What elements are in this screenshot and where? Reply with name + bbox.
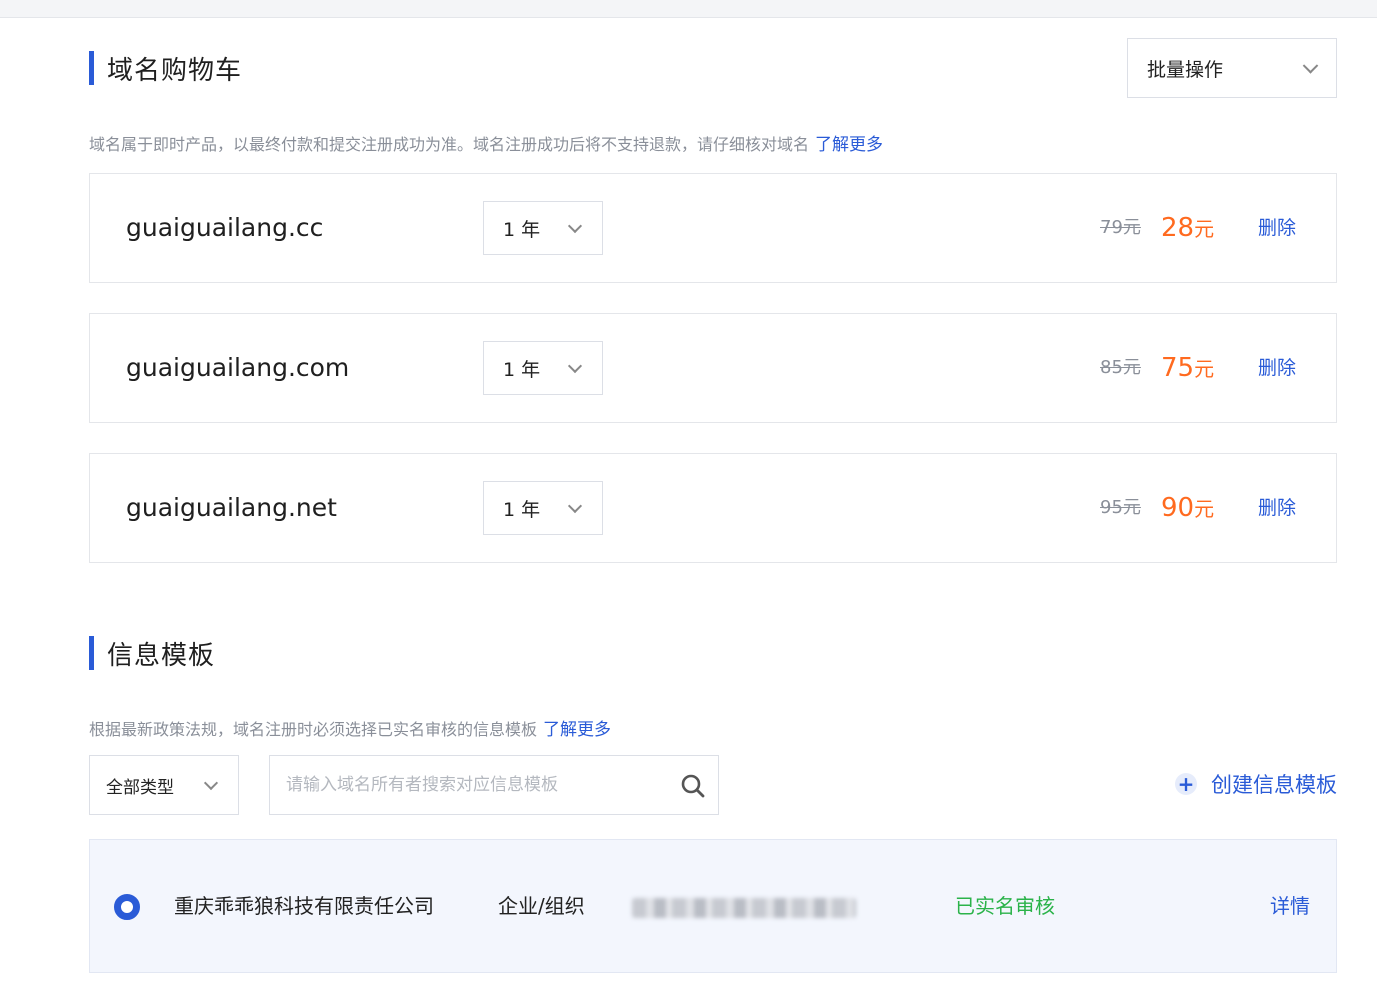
template-owner: 重庆乖乖狼科技有限责任公司 bbox=[174, 894, 434, 918]
delete-button[interactable]: 删除 bbox=[1258, 174, 1296, 282]
title-accent-bar bbox=[89, 636, 94, 670]
chevron-down-icon bbox=[203, 775, 219, 791]
years-value: 1 年 bbox=[503, 358, 541, 381]
cart-item-domain: guaiguailang.com bbox=[126, 353, 350, 382]
type-filter-value: 全部类型 bbox=[106, 777, 174, 798]
cart-title: 域名购物车 bbox=[107, 55, 243, 86]
chevron-down-icon bbox=[1302, 58, 1319, 74]
create-template-label: 创建信息模板 bbox=[1211, 773, 1337, 797]
title-accent-bar bbox=[89, 51, 94, 85]
cart-notice: 域名属于即时产品，以最终付款和提交注册成功为准。域名注册成功后将不支持退款，请仔… bbox=[89, 130, 883, 155]
template-title: 信息模板 bbox=[107, 640, 216, 671]
template-section-title: 信息模板 bbox=[89, 636, 216, 671]
template-search-box bbox=[269, 755, 719, 815]
delete-button[interactable]: 删除 bbox=[1258, 454, 1296, 562]
cart-notice-text: 域名属于即时产品，以最终付款和提交注册成功为准。域名注册成功后将不支持退款，请仔… bbox=[89, 135, 810, 154]
delete-button[interactable]: 删除 bbox=[1258, 314, 1296, 422]
template-radio[interactable] bbox=[114, 894, 140, 920]
years-select[interactable]: 1 年 bbox=[483, 341, 603, 395]
search-icon[interactable] bbox=[680, 773, 706, 799]
template-learn-more-link[interactable]: 了解更多 bbox=[543, 720, 611, 740]
cart-item-domain: guaiguailang.net bbox=[126, 493, 337, 522]
cart-section-title: 域名购物车 bbox=[89, 51, 243, 86]
original-price: 85元 bbox=[1100, 357, 1141, 378]
years-value: 1 年 bbox=[503, 218, 541, 241]
cart-item: guaiguailang.net 1 年 95元 90元 删除 bbox=[89, 453, 1337, 563]
discount-price: 28元 bbox=[1161, 174, 1214, 282]
cart-learn-more-link[interactable]: 了解更多 bbox=[815, 135, 883, 155]
original-price: 79元 bbox=[1100, 217, 1141, 238]
discount-price-value: 90 bbox=[1161, 493, 1195, 523]
original-price: 95元 bbox=[1100, 497, 1141, 518]
template-notice-text: 根据最新政策法规，域名注册时必须选择已实名审核的信息模板 bbox=[89, 720, 538, 739]
batch-operation-select[interactable]: 批量操作 bbox=[1127, 38, 1337, 98]
discount-price: 90元 bbox=[1161, 454, 1214, 562]
discount-price-value: 75 bbox=[1161, 353, 1195, 383]
cart-item: guaiguailang.com 1 年 85元 75元 删除 bbox=[89, 313, 1337, 423]
template-type: 企业/组织 bbox=[498, 894, 585, 918]
discount-price-value: 28 bbox=[1161, 213, 1195, 243]
years-select[interactable]: 1 年 bbox=[483, 481, 603, 535]
template-row[interactable]: 重庆乖乖狼科技有限责任公司 企业/组织 已实名审核 详情 bbox=[89, 839, 1337, 973]
plus-icon: + bbox=[1175, 773, 1197, 795]
years-value: 1 年 bbox=[503, 498, 541, 521]
top-bar bbox=[0, 0, 1377, 18]
create-template-button[interactable]: + 创建信息模板 bbox=[1175, 766, 1337, 802]
cart-item: guaiguailang.cc 1 年 79元 28元 删除 bbox=[89, 173, 1337, 283]
years-select[interactable]: 1 年 bbox=[483, 201, 603, 255]
price-unit: 元 bbox=[1194, 497, 1215, 521]
blurred-email bbox=[632, 898, 856, 918]
template-notice: 根据最新政策法规，域名注册时必须选择已实名审核的信息模板 了解更多 bbox=[89, 715, 611, 740]
template-search-input[interactable] bbox=[270, 757, 660, 813]
price-unit: 元 bbox=[1194, 217, 1215, 241]
price-unit: 元 bbox=[1194, 357, 1215, 381]
discount-price: 75元 bbox=[1161, 314, 1214, 422]
chevron-down-icon bbox=[567, 498, 583, 514]
chevron-down-icon bbox=[567, 218, 583, 234]
cart-item-domain: guaiguailang.cc bbox=[126, 213, 324, 242]
type-filter-select[interactable]: 全部类型 bbox=[89, 755, 239, 815]
verification-status: 已实名审核 bbox=[955, 894, 1055, 918]
chevron-down-icon bbox=[567, 358, 583, 374]
detail-link[interactable]: 详情 bbox=[1270, 840, 1310, 972]
batch-operation-label: 批量操作 bbox=[1147, 58, 1224, 81]
